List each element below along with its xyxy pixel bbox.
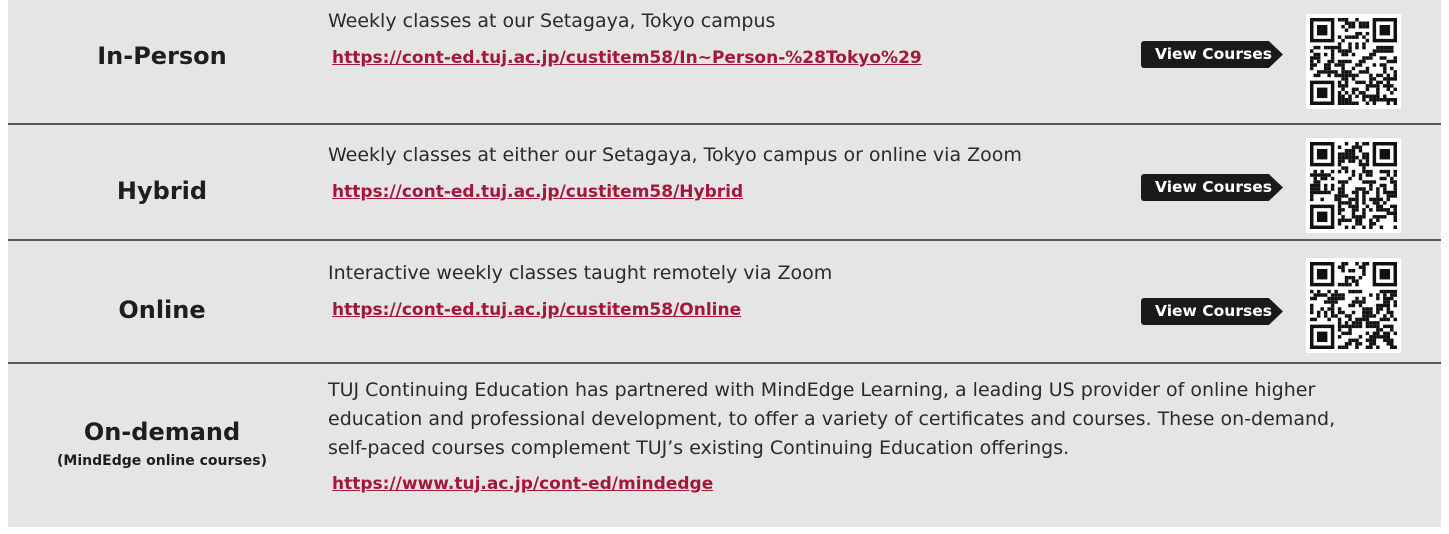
row-in-person: In-Person Weekly classes at our Setagaya… xyxy=(8,0,1441,123)
qr-code-icon[interactable] xyxy=(1306,258,1401,353)
mode-description: Interactive weekly classes taught remote… xyxy=(328,262,833,284)
mode-title: On-demand xyxy=(83,418,241,446)
description-line: education and professional development, … xyxy=(328,408,1336,430)
mode-title: Hybrid xyxy=(116,177,208,205)
mode-description: Weekly classes at either our Setagaya, T… xyxy=(328,144,1022,166)
mode-title: In-Person xyxy=(97,42,227,70)
view-courses-button[interactable]: View Courses xyxy=(1141,298,1283,325)
mode-subtitle: (MindEdge online courses) xyxy=(57,453,267,469)
course-link[interactable]: https://cont-ed.tuj.ac.jp/custitem58/In~… xyxy=(332,48,922,68)
description-line: TUJ Continuing Education has partnered w… xyxy=(328,379,1316,401)
mode-title: Online xyxy=(118,296,206,324)
mode-description: Weekly classes at our Setagaya, Tokyo ca… xyxy=(328,10,776,32)
row-hybrid: Hybrid Weekly classes at either our Seta… xyxy=(8,124,1441,239)
course-link[interactable]: https://www.tuj.ac.jp/cont-ed/mindedge xyxy=(332,474,713,494)
course-link[interactable]: https://cont-ed.tuj.ac.jp/custitem58/Onl… xyxy=(332,300,741,320)
course-link[interactable]: https://cont-ed.tuj.ac.jp/custitem58/Hyb… xyxy=(332,182,743,202)
qr-code-icon[interactable] xyxy=(1306,14,1401,109)
course-format-panel: In-Person Weekly classes at our Setagaya… xyxy=(8,0,1441,527)
row-on-demand: On-demand (MindEdge online courses) TUJ … xyxy=(8,363,1441,527)
view-courses-button[interactable]: View Courses xyxy=(1141,41,1283,68)
view-courses-button[interactable]: View Courses xyxy=(1141,174,1283,201)
description-line: self-paced courses complement TUJ’s exis… xyxy=(328,437,1070,459)
row-online: Online Interactive weekly classes taught… xyxy=(8,240,1441,362)
qr-code-icon[interactable] xyxy=(1306,138,1401,233)
